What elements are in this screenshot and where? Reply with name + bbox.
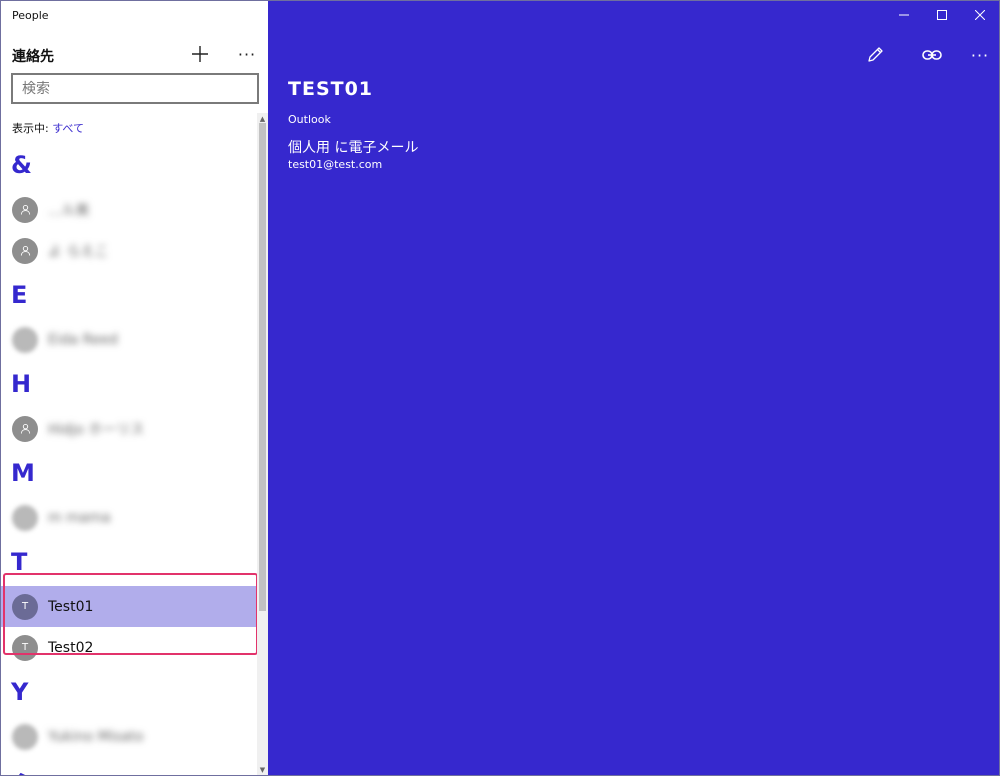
contact-item[interactable]: m mama bbox=[1, 497, 257, 538]
contact-name-label: ...ル美 bbox=[48, 202, 90, 219]
avatar: T bbox=[12, 593, 38, 620]
avatar bbox=[12, 326, 38, 353]
group-header[interactable]: Y bbox=[1, 668, 257, 716]
group-header[interactable]: H bbox=[1, 360, 257, 408]
detail-more-button[interactable]: ··· bbox=[965, 41, 995, 69]
email-label: 個人用 に電子メール bbox=[288, 140, 419, 156]
contact-name-label: Test01 bbox=[48, 598, 94, 615]
contact-name-label: Test02 bbox=[48, 639, 94, 656]
contact-list-scrollbar[interactable]: ▲ ▼ bbox=[257, 113, 268, 775]
app-title: People bbox=[12, 9, 49, 22]
contact-name-label: Eida Reed bbox=[48, 331, 118, 348]
maximize-button[interactable] bbox=[923, 1, 961, 29]
pencil-icon bbox=[868, 47, 883, 62]
scroll-thumb[interactable] bbox=[259, 123, 266, 611]
more-icon: ··· bbox=[970, 45, 990, 65]
group-header[interactable]: T bbox=[1, 538, 257, 586]
avatar: T bbox=[12, 634, 38, 661]
maximize-icon bbox=[937, 10, 947, 20]
contact-name-label: Yukino Misato bbox=[48, 728, 144, 745]
contact-name: TEST01 bbox=[288, 78, 374, 100]
plus-icon bbox=[192, 46, 208, 62]
more-options-button[interactable]: ··· bbox=[234, 41, 260, 67]
contact-name-label: よ らえこ bbox=[48, 243, 109, 260]
close-icon bbox=[975, 10, 985, 20]
link-button[interactable] bbox=[917, 41, 947, 69]
link-icon bbox=[922, 50, 942, 60]
person-icon bbox=[12, 196, 38, 223]
minimize-icon bbox=[899, 14, 909, 16]
contact-source: Outlook bbox=[288, 113, 331, 126]
person-icon bbox=[12, 237, 38, 264]
minimize-button[interactable] bbox=[885, 1, 923, 29]
group-header[interactable]: M bbox=[1, 449, 257, 497]
pane-title: 連絡先 bbox=[12, 49, 54, 65]
filter-row: 表示中: すべて bbox=[12, 120, 84, 136]
contact-item[interactable]: よ らえこ bbox=[1, 230, 257, 271]
avatar bbox=[12, 504, 38, 531]
contact-item[interactable]: Eida Reed bbox=[1, 319, 257, 360]
more-icon: ··· bbox=[237, 44, 257, 64]
person-icon bbox=[12, 415, 38, 442]
add-contact-button[interactable] bbox=[187, 41, 213, 67]
contact-item[interactable]: Hidjo ホーリス bbox=[1, 408, 257, 449]
contact-item[interactable]: Yukino Misato bbox=[1, 716, 257, 757]
contact-item[interactable]: T Test02 bbox=[1, 627, 257, 668]
contact-detail-pane: ··· TEST01 Outlook 個人用 に電子メール test01@tes… bbox=[268, 1, 999, 775]
search-input[interactable] bbox=[11, 73, 259, 104]
group-header[interactable]: E bbox=[1, 271, 257, 319]
edit-button[interactable] bbox=[860, 41, 890, 69]
email-value[interactable]: test01@test.com bbox=[288, 158, 382, 171]
contact-name-label: m mama bbox=[48, 509, 111, 526]
contacts-pane: People 連絡先 ··· 表示中: すべて & ...ル美よ らえこ E Eida… bbox=[1, 1, 268, 776]
close-button[interactable] bbox=[961, 1, 999, 29]
scroll-down-arrow-icon[interactable]: ▼ bbox=[257, 764, 268, 775]
filter-all-link[interactable]: すべて bbox=[52, 122, 84, 135]
avatar bbox=[12, 723, 38, 750]
contact-item[interactable]: T Test01 bbox=[1, 586, 257, 627]
contact-item[interactable]: ...ル美 bbox=[1, 189, 257, 230]
contact-list: & ...ル美よ らえこ E Eida Reed H Hidjo ホーリス Mm mama T… bbox=[1, 141, 257, 776]
people-window: People 連絡先 ··· 表示中: すべて & ...ル美よ らえこ E Eida… bbox=[0, 0, 1000, 776]
filter-label: 表示中: bbox=[12, 122, 53, 135]
group-header[interactable]: ふ bbox=[1, 757, 257, 776]
contact-name-label: Hidjo ホーリス bbox=[48, 421, 145, 438]
group-header[interactable]: & bbox=[1, 141, 257, 189]
